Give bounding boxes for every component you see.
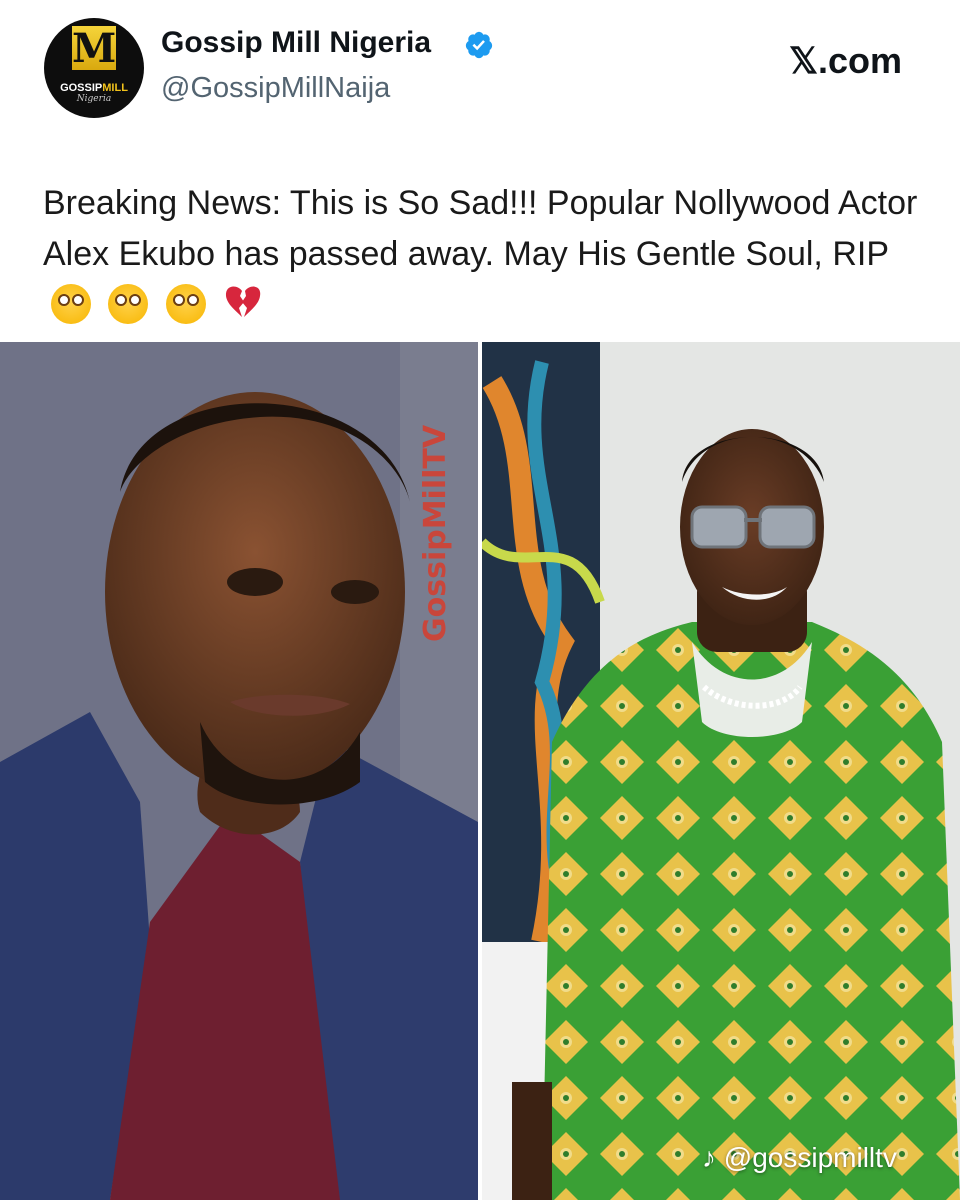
avatar-logo-letter: M [72,25,117,72]
tiktok-icon: ♪ [702,1142,716,1173]
post-header: M GOSSIPMILL Nigeria Gossip Mill Nigeria… [0,0,960,342]
actor-casual-photo[interactable] [482,342,960,1200]
portrait-illustration [0,342,478,1200]
verified-badge-icon [465,31,493,59]
avatar-brand: GOSSIPMILL [60,82,128,94]
post-media[interactable]: GossipMillTV [0,342,960,1200]
flushed-face-icon [108,284,149,324]
account-name[interactable]: Gossip Mill Nigeria [161,26,431,60]
tiktok-watermark: ♪ @gossipmilltv [702,1142,897,1174]
broken-heart-icon [226,286,261,317]
site-label: 𝕏.com [788,40,902,81]
account-avatar[interactable]: M GOSSIPMILL Nigeria [44,18,144,118]
tiktok-handle: @gossipmilltv [723,1142,897,1173]
actor-portrait-photo[interactable]: GossipMillTV [0,342,478,1200]
flushed-face-icon [165,284,206,324]
watermark-text: GossipMillTV [418,424,453,642]
post-body: Breaking News: This is So Sad!!! Popular… [43,184,918,273]
casual-photo-illustration [482,342,960,1200]
account-handle[interactable]: @GossipMillNaija [161,72,390,105]
flushed-face-icon [51,284,91,324]
avatar-subtitle: Nigeria [76,94,112,104]
emoji-row [43,284,263,324]
post-text: Breaking News: This is So Sad!!! Popular… [43,178,923,331]
